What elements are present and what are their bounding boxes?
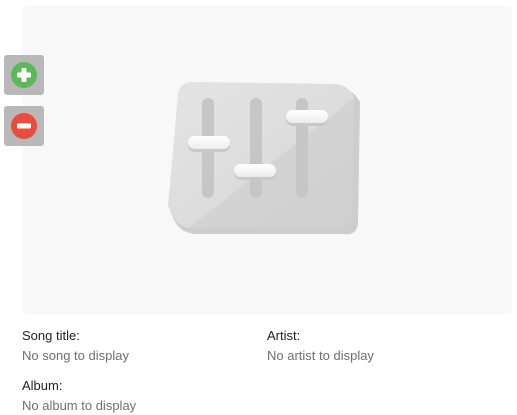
song-title-label: Song title: bbox=[22, 328, 80, 343]
equalizer-sliders-icon bbox=[168, 82, 360, 235]
song-title-info: Song title: No song to display bbox=[22, 327, 129, 364]
song-title-value: No song to display bbox=[22, 348, 129, 363]
album-label: Album: bbox=[22, 378, 63, 393]
album-art-panel bbox=[22, 6, 512, 314]
artist-info: Artist: No artist to display bbox=[267, 327, 374, 364]
artist-value: No artist to display bbox=[267, 348, 374, 363]
player-root: Song title: No song to display Artist: N… bbox=[0, 0, 517, 415]
plus-circle-icon bbox=[11, 62, 37, 88]
album-info: Album: No album to display bbox=[22, 377, 136, 414]
album-value: No album to display bbox=[22, 398, 137, 413]
artist-label: Artist: bbox=[267, 328, 301, 343]
minus-circle-icon bbox=[11, 113, 37, 139]
remove-button[interactable] bbox=[4, 106, 44, 146]
add-button[interactable] bbox=[4, 55, 44, 95]
